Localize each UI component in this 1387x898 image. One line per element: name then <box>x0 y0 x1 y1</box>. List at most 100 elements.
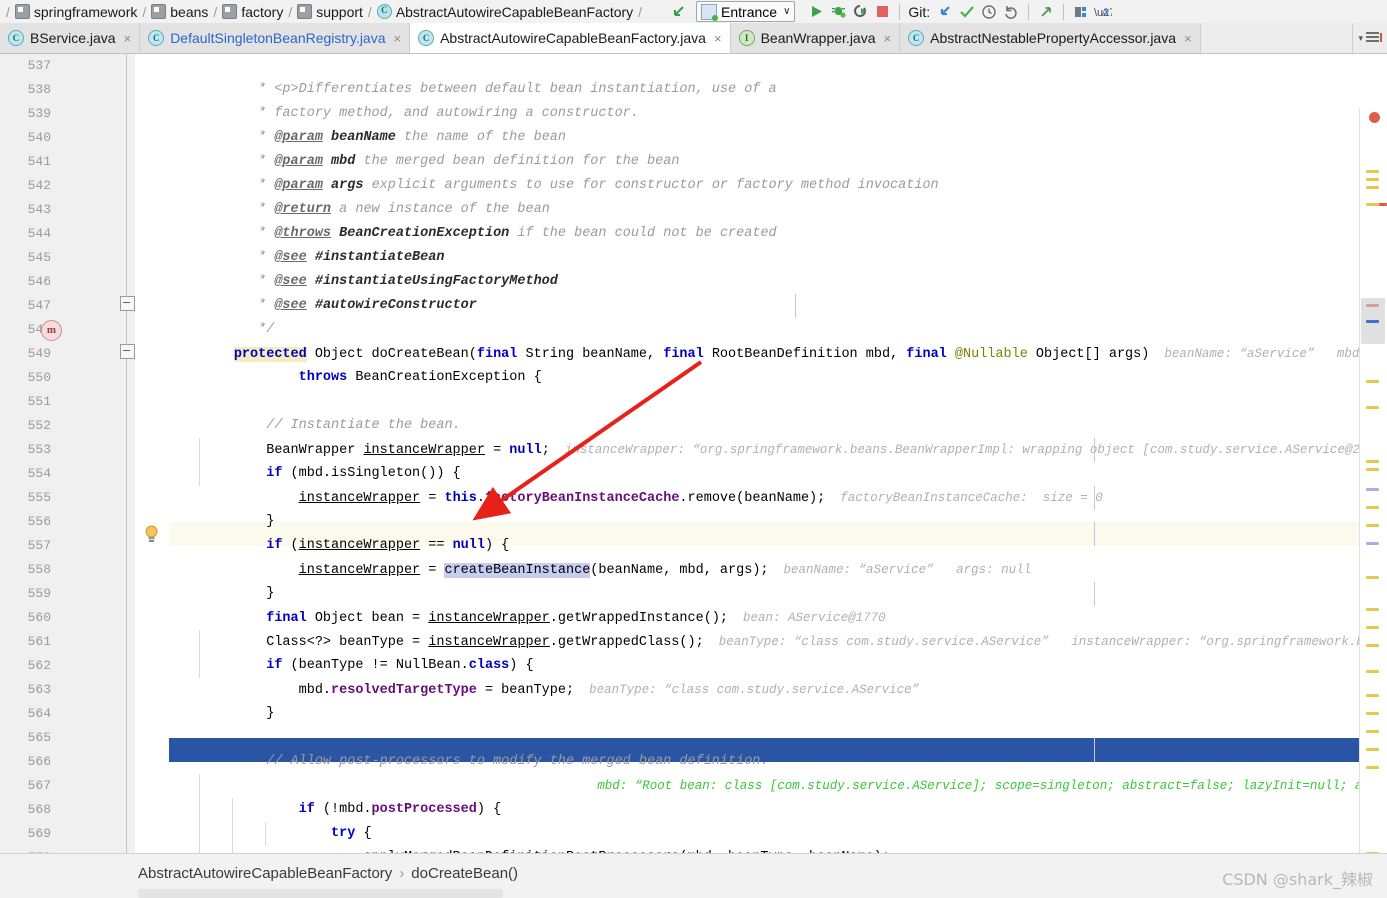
editor-tab-abstractnestablepropertyaccessor[interactable]: C AbstractNestablePropertyAccessor.java … <box>900 23 1201 53</box>
code-folding-rail <box>126 54 127 854</box>
stripe-marker-error[interactable] <box>1379 203 1387 206</box>
stripe-marker-warning[interactable] <box>1366 730 1379 733</box>
code-content[interactable]: * <p>Differentiates between default bean… <box>169 54 1360 854</box>
line-number: 539 <box>27 106 51 121</box>
stripe-marker-warning[interactable] <box>1366 608 1379 611</box>
horizontal-scrollbar[interactable] <box>138 889 503 898</box>
stripe-marker-error[interactable] <box>1369 112 1380 123</box>
stripe-marker-warning[interactable] <box>1366 406 1379 409</box>
close-icon[interactable]: × <box>1184 31 1192 46</box>
close-icon[interactable]: × <box>394 31 402 46</box>
line-number: 557 <box>27 538 51 553</box>
close-icon[interactable]: × <box>124 31 132 46</box>
breadcrumb-item-factory[interactable]: factory <box>221 0 284 23</box>
line-number: 567 <box>27 778 51 793</box>
package-icon <box>297 4 313 19</box>
stripe-marker-warning[interactable] <box>1366 694 1379 697</box>
line-number: 559 <box>27 586 51 601</box>
svg-text:A: A <box>1101 5 1110 19</box>
breadcrumb-separator: / <box>213 3 218 20</box>
class-icon: C <box>908 30 925 46</box>
code-line-561: if (beanType != NullBean.class) { <box>169 630 1360 673</box>
breadcrumb-item-beans[interactable]: beans <box>150 0 209 23</box>
update-project-icon[interactable] <box>934 2 956 22</box>
code-line-560: Class<?> beanType = instanceWrapper.getW… <box>169 606 1360 650</box>
breadcrumb-label: AbstractAutowireCapableBeanFactory <box>395 3 634 20</box>
run-with-coverage-icon[interactable] <box>849 2 871 22</box>
stop-icon[interactable] <box>871 2 893 22</box>
history-icon[interactable] <box>978 2 1000 22</box>
method-overrides-icon[interactable]: m <box>41 320 62 341</box>
debug-icon[interactable] <box>827 2 849 22</box>
stripe-marker-warning[interactable] <box>1366 506 1379 509</box>
commit-icon[interactable] <box>956 2 978 22</box>
stripe-marker-warning[interactable] <box>1366 203 1379 206</box>
editor-tab-bservice[interactable]: C BService.java × <box>0 23 141 53</box>
run-icon[interactable] <box>805 2 827 22</box>
breadcrumb-item-class[interactable]: C AbstractAutowireCapableBeanFactory <box>376 0 634 23</box>
intention-bulb-icon[interactable] <box>143 525 160 543</box>
stripe-marker-warning[interactable] <box>1366 186 1379 189</box>
back-arrow-icon[interactable] <box>668 2 690 22</box>
editor-tab-defaultsingletonbeanregistry[interactable]: C DefaultSingletonBeanRegistry.java × <box>140 23 411 53</box>
breadcrumb-item-support[interactable]: support <box>296 0 364 23</box>
code-line-548: protected Object doCreateBean(final Stri… <box>169 318 1360 362</box>
fold-collapse-icon[interactable] <box>120 344 135 359</box>
fold-collapse-icon[interactable] <box>120 296 135 311</box>
stripe-marker-warning[interactable] <box>1366 576 1379 579</box>
code-line-552: BeanWrapper instanceWrapper = null; inst… <box>169 414 1360 458</box>
breadcrumb-method[interactable]: doCreateBean() <box>411 865 518 882</box>
line-number: 556 <box>27 514 51 529</box>
stripe-marker-warning[interactable] <box>1366 670 1379 673</box>
code-line-549: throws BeanCreationException { <box>169 342 1360 385</box>
code-line-541: * @param args explicit arguments to use … <box>233 178 939 193</box>
editor-gutter[interactable]: 537 538 539 540 541 542 543 544 545 546 … <box>0 54 135 854</box>
code-line-551: // Instantiate the bean. <box>169 390 1360 433</box>
stripe-marker-todo[interactable] <box>1366 542 1379 545</box>
breadcrumb-label: springframework <box>33 3 138 20</box>
editor-tab-label: BService.java <box>30 30 116 46</box>
stripe-marker-warning[interactable] <box>1366 468 1379 471</box>
stripe-marker-warning[interactable] <box>1366 712 1379 715</box>
editor-tab-abstractautowirecapablebeanfactory[interactable]: C AbstractAutowireCapableBeanFactory.jav… <box>410 23 731 53</box>
line-number: 546 <box>27 274 51 289</box>
stripe-marker-todo[interactable] <box>1366 488 1379 491</box>
toolbar-divider <box>1063 3 1065 20</box>
line-number: 541 <box>27 154 51 169</box>
close-icon[interactable]: × <box>884 31 892 46</box>
line-number: 544 <box>27 226 51 241</box>
breadcrumb-separator: › <box>399 865 405 882</box>
close-icon[interactable]: × <box>714 31 722 46</box>
run-configuration-selector[interactable]: Entrance ∨ <box>696 1 796 22</box>
tab-overflow-button[interactable]: ▾ <box>1352 23 1387 53</box>
editor-tab-label: AbstractNestablePropertyAccessor.java <box>930 30 1176 46</box>
line-number: 537 <box>27 58 51 73</box>
line-number: 553 <box>27 442 51 457</box>
code-editor[interactable]: 537 538 539 540 541 542 543 544 545 546 … <box>0 54 1387 854</box>
breadcrumb-class[interactable]: AbstractAutowireCapableBeanFactory <box>138 865 392 882</box>
rollback-icon[interactable] <box>1000 2 1022 22</box>
stripe-marker-warning[interactable] <box>1366 178 1379 181</box>
stripe-marker-warning[interactable] <box>1366 766 1379 769</box>
stripe-marker-warning[interactable] <box>1366 626 1379 629</box>
stripe-marker-warning[interactable] <box>1366 170 1379 173</box>
error-stripe-marker-bar[interactable] <box>1359 108 1387 854</box>
layout-icon[interactable] <box>1070 2 1092 22</box>
stripe-marker-warning[interactable] <box>1366 380 1379 383</box>
jump-icon[interactable] <box>1035 2 1057 22</box>
stripe-marker-warning[interactable] <box>1366 748 1379 751</box>
breadcrumb-separator: / <box>288 3 293 20</box>
code-line-543: * @throws BeanCreationException if the b… <box>233 226 777 241</box>
breadcrumb-item-springframework[interactable]: springframework <box>14 0 138 23</box>
line-number: 565 <box>27 730 51 745</box>
toolbar-divider <box>1028 3 1030 20</box>
scrollbar-thumb[interactable] <box>1361 298 1385 344</box>
stripe-marker-warning[interactable] <box>1366 460 1379 463</box>
breadcrumb-separator: / <box>6 3 10 20</box>
line-number: 549 <box>27 346 51 361</box>
class-icon: C <box>376 4 392 19</box>
search-structure-icon[interactable]: \u2715A <box>1092 2 1114 22</box>
stripe-marker-warning[interactable] <box>1366 524 1379 527</box>
stripe-marker-warning[interactable] <box>1366 644 1379 647</box>
editor-tab-beanwrapper[interactable]: I BeanWrapper.java × <box>730 23 901 53</box>
